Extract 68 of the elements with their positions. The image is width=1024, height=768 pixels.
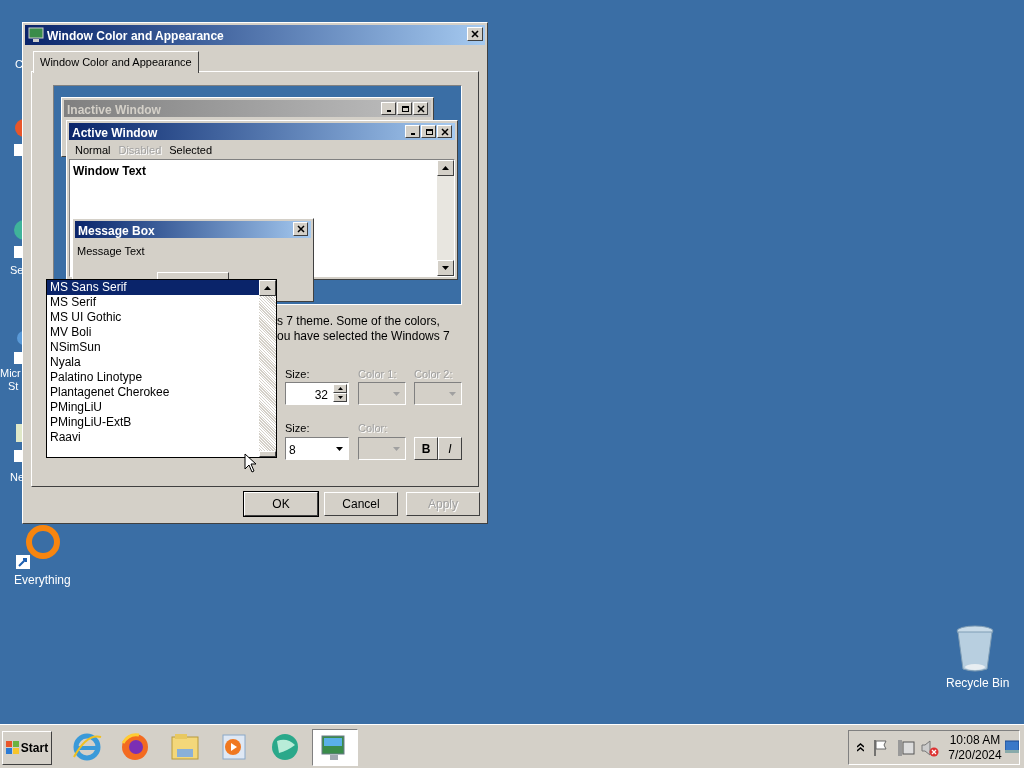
spin-down-button[interactable] [333, 393, 347, 402]
window-title: Inactive Window [67, 102, 161, 119]
flag-icon[interactable] [873, 739, 889, 757]
dialog-button[interactable]: Cancel [324, 492, 398, 516]
icon-label: Everything [14, 574, 71, 586]
field-label: Size: [285, 367, 310, 382]
recycle-bin-icon [955, 625, 995, 673]
size-value: 32 [314, 387, 328, 404]
icon-label: C [15, 59, 23, 70]
window-title: Message Box [78, 223, 155, 240]
monitor-icon [28, 27, 44, 43]
clock-date: 7/20/2024 [947, 748, 1003, 763]
start-button[interactable]: Start [2, 731, 52, 765]
maximize-button[interactable] [421, 125, 436, 138]
scroll-down-button[interactable] [437, 260, 454, 276]
browser-icon [119, 731, 151, 763]
clock-time: 10:08 AM [949, 733, 1001, 748]
show-desktop-icon[interactable] [1005, 740, 1019, 754]
window-text: Window Text [73, 163, 146, 180]
chevron-up-icon [857, 743, 864, 752]
message-text: Message Text [77, 244, 145, 259]
window-title: Active Window [72, 125, 158, 142]
minimize-button[interactable] [405, 125, 420, 138]
windows-flag-icon [5, 741, 20, 755]
close-icon [471, 30, 479, 38]
description-text: s 7 theme. Some of the colors, [277, 313, 440, 330]
globe-icon [269, 731, 301, 763]
speaker-muted-icon[interactable] [921, 739, 939, 757]
dialog-button[interactable]: OK [244, 492, 318, 516]
scroll-up-button[interactable] [437, 160, 454, 176]
bold-button[interactable]: B [414, 437, 438, 460]
icon-label: Recycle Bin [946, 677, 1010, 689]
up-arrow-icon [337, 387, 343, 390]
size-dropdown[interactable]: 8 [285, 437, 349, 460]
description-text: ou have selected the Windows 7 [277, 328, 450, 345]
down-arrow-icon [335, 446, 343, 451]
window-title: Window Color and Appearance [47, 28, 224, 45]
icon-label: St [8, 381, 19, 392]
scroll-up-button[interactable] [259, 280, 276, 296]
scroll-thumb[interactable] [259, 451, 276, 457]
up-arrow-icon [442, 166, 449, 170]
icon-label: Micr [0, 368, 21, 379]
close-button[interactable] [293, 222, 308, 236]
close-icon [296, 225, 305, 233]
close-button[interactable] [413, 102, 428, 115]
taskbar-button[interactable] [312, 729, 358, 766]
minimize-button[interactable] [381, 102, 396, 115]
down-arrow-icon [392, 446, 400, 451]
tab[interactable]: Window Color and Appearance [33, 51, 199, 73]
maximize-icon [424, 127, 433, 136]
close-icon [440, 127, 449, 136]
folder-icon [169, 731, 201, 763]
close-button[interactable] [467, 27, 483, 41]
up-arrow-icon [264, 286, 271, 290]
close-button[interactable] [437, 125, 452, 138]
italic-button[interactable]: I [438, 437, 462, 460]
maximize-button[interactable] [397, 102, 412, 115]
size-spinner[interactable]: 32 [285, 382, 349, 405]
field-label: Size: [285, 421, 310, 436]
down-arrow-icon [448, 391, 456, 396]
close-icon [416, 104, 425, 113]
down-arrow-icon [337, 396, 343, 399]
maximize-icon [400, 104, 409, 113]
browser-icon [71, 731, 103, 763]
spin-up-button[interactable] [333, 384, 347, 393]
down-arrow-icon [392, 391, 400, 396]
down-arrow-icon [442, 266, 449, 270]
size-value: 8 [289, 442, 296, 459]
